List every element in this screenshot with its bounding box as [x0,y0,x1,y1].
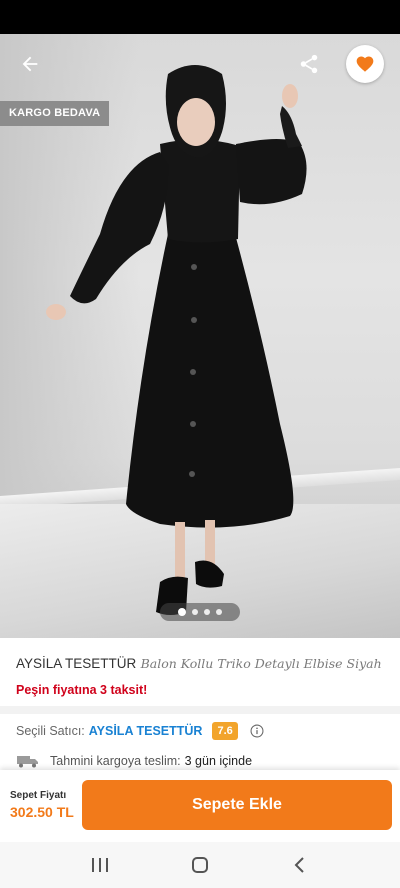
pagination-dot[interactable] [216,609,222,615]
home-button[interactable] [185,850,215,880]
chevron-left-icon [294,857,304,873]
truck-icon [17,756,38,768]
system-back-button[interactable] [285,850,315,880]
share-icon [300,54,318,74]
seller-score-badge: 7.6 [212,722,238,740]
seller-link[interactable]: AYSİLA TESETTÜR [89,724,203,738]
pagination-dot[interactable] [178,608,186,616]
brand-name[interactable]: AYSİLA TESETTÜR [16,656,136,671]
share-button[interactable] [294,48,324,80]
cart-price-label: Sepet Fiyatı [10,790,67,801]
system-nav-bar [0,842,400,888]
section-divider [0,706,400,714]
add-to-cart-bar: Sepet Fiyatı 302.50 TL Sepete Ekle [0,770,400,842]
pagination-dot[interactable] [192,609,198,615]
pagination-dot[interactable] [204,609,210,615]
add-to-cart-button[interactable]: Sepete Ekle [82,780,392,830]
favorite-button[interactable] [346,45,384,83]
installment-text[interactable]: Peşin fiyatına 3 taksit! [16,683,147,697]
free-shipping-badge: KARGO BEDAVA [0,101,110,126]
delivery-row: Tahmini kargoya teslim: 3 gün içinde [16,753,252,769]
info-icon[interactable] [250,724,264,738]
seller-row: Seçili Satıcı: AYSİLA TESETTÜR 7.6 [16,721,264,741]
seller-label: Seçili Satıcı: [16,724,85,738]
product-title: AYSİLA TESETTÜR Balon Kollu Triko Detayl… [16,656,392,672]
recent-apps-icon [92,858,108,872]
arrow-left-icon [22,56,38,72]
delivery-value: 3 gün içinde [184,754,253,768]
home-icon [192,857,208,873]
gallery-pagination[interactable] [160,603,240,621]
product-name: Balon Kollu Triko Detaylı Elbise Siyah [140,656,382,671]
delivery-label: Tahmini kargoya teslim: [50,754,181,768]
back-button[interactable] [14,48,46,80]
heart-icon [356,56,374,72]
status-bar [0,0,400,34]
cart-price: 302.50 TL [10,804,74,820]
recent-apps-button[interactable] [85,850,115,880]
